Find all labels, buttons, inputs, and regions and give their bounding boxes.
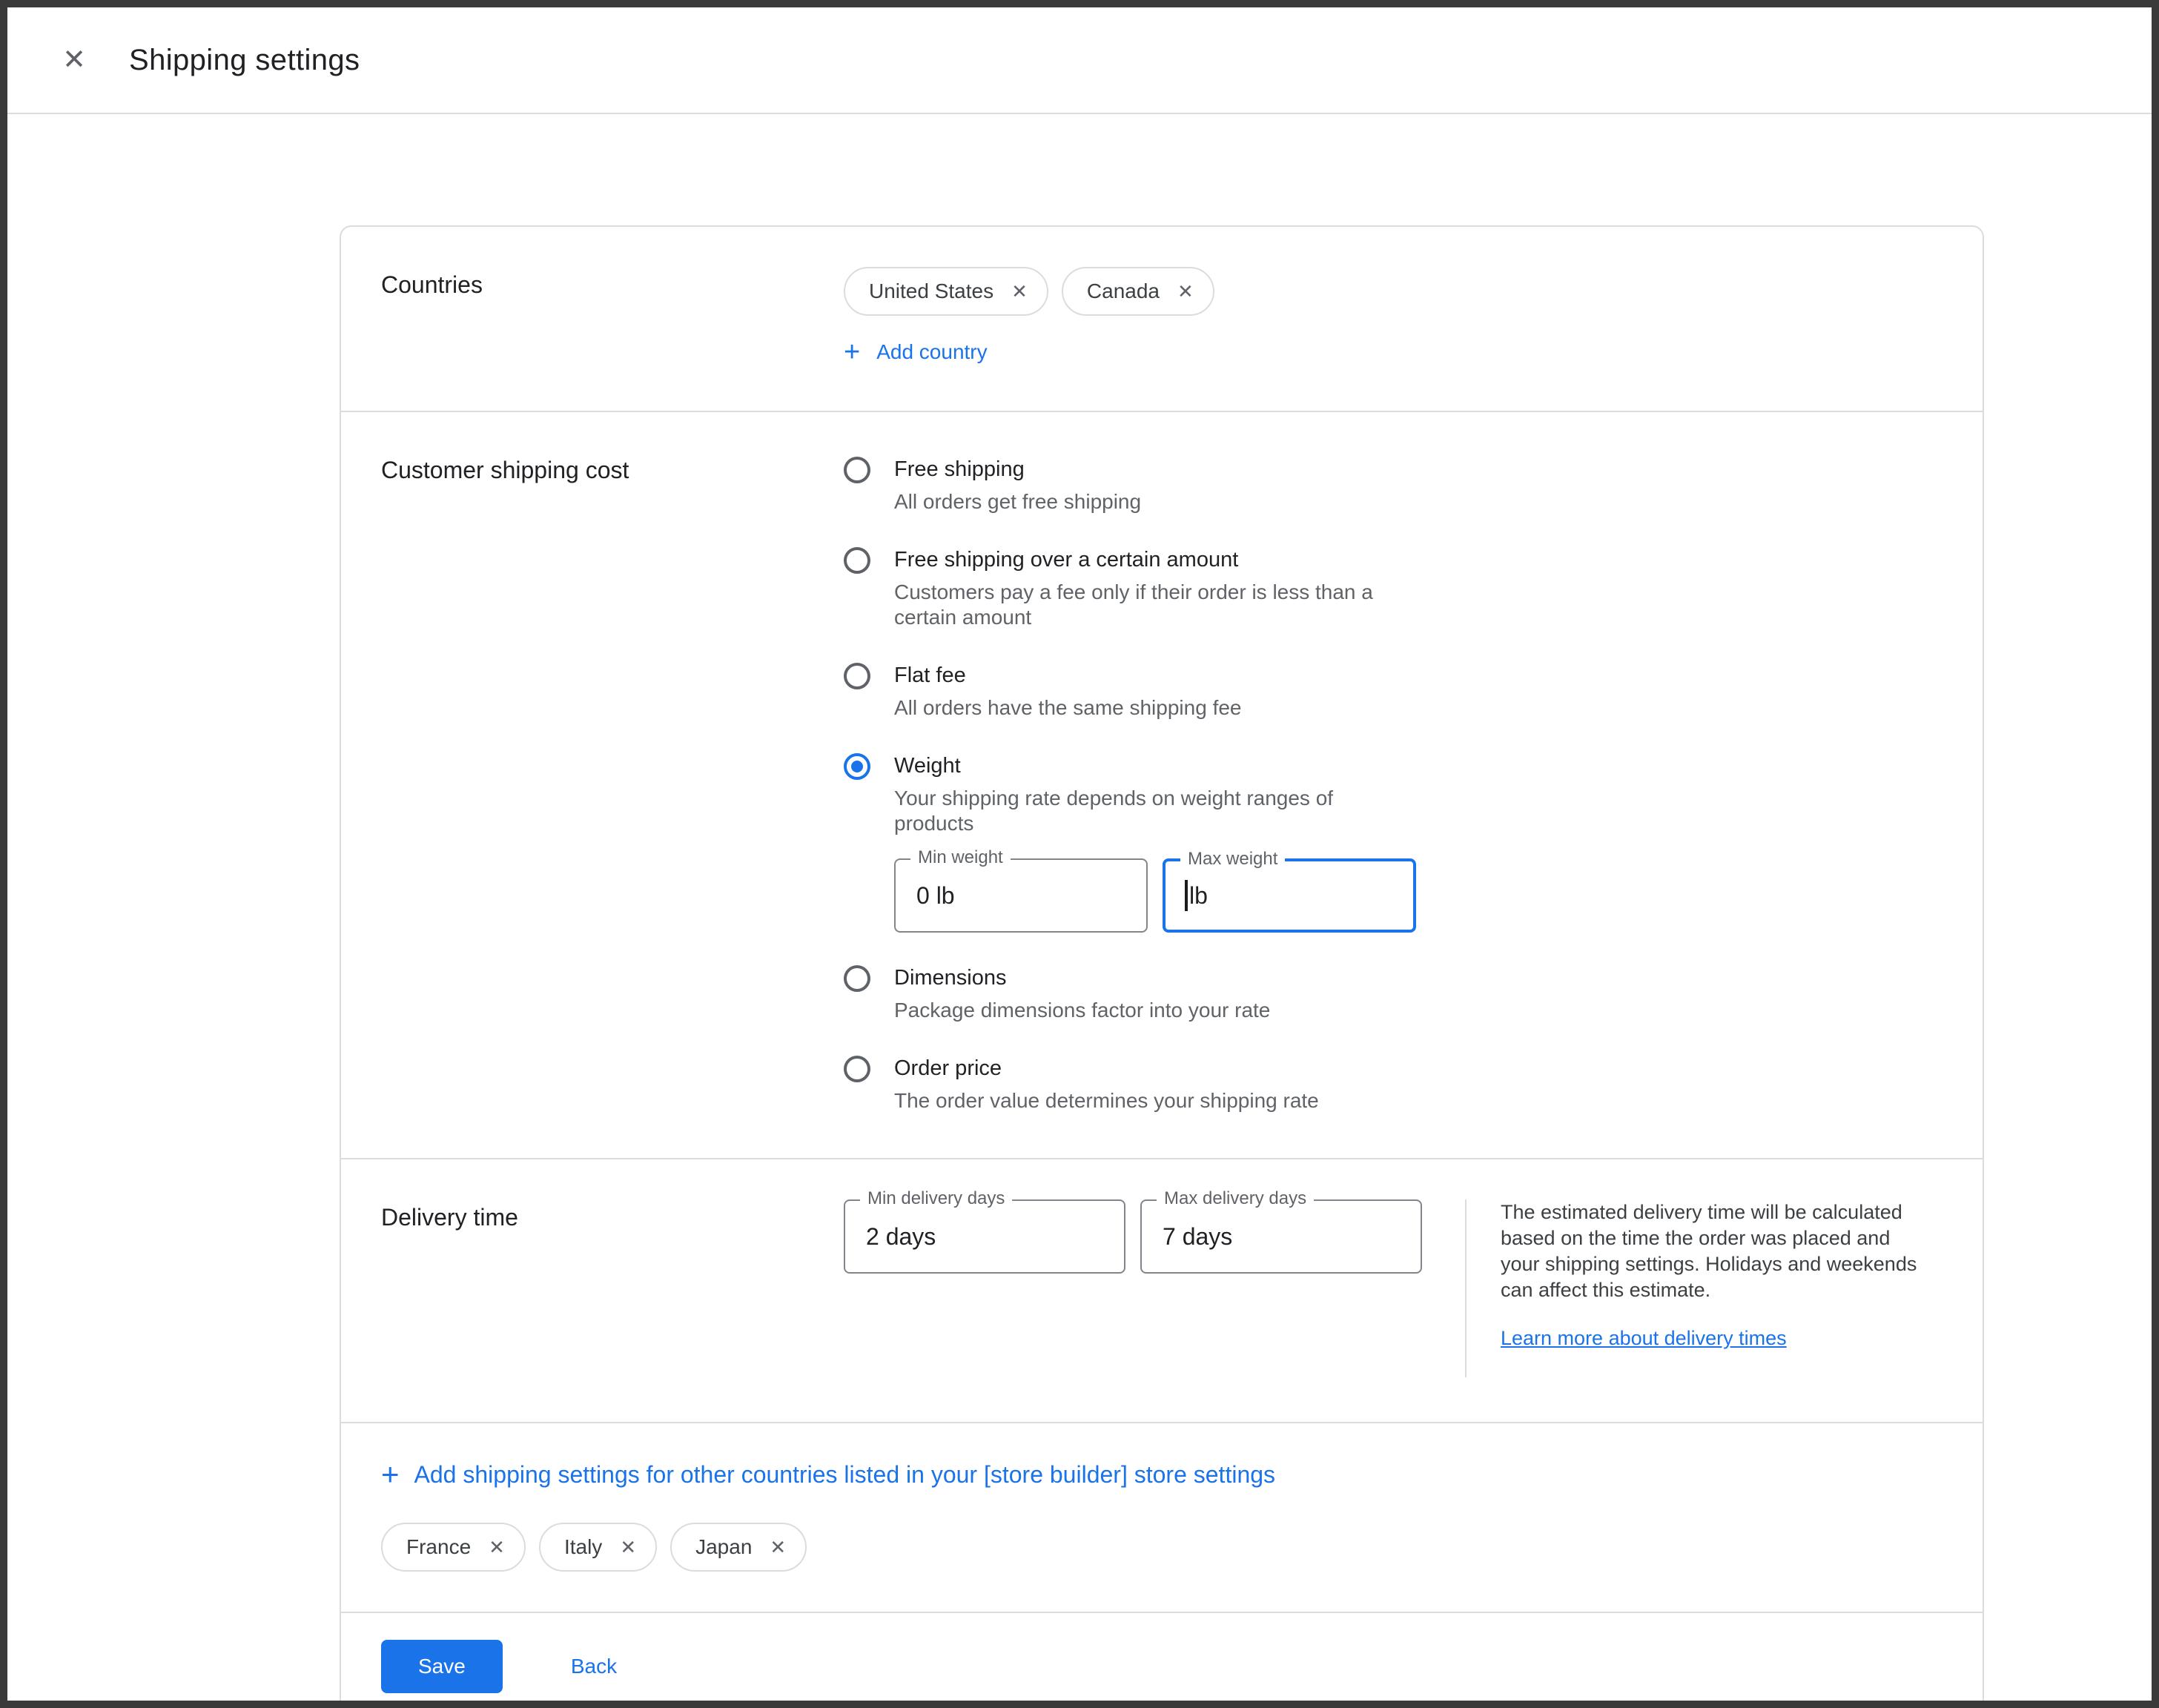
countries-content: United States ✕ Canada ✕ + Add country xyxy=(844,267,1214,366)
vertical-divider xyxy=(1465,1199,1467,1377)
option-text: Free shipping All orders get free shippi… xyxy=(894,455,1141,514)
country-chip-france[interactable]: France ✕ xyxy=(381,1523,526,1572)
option-text: Flat fee All orders have the same shippi… xyxy=(894,661,1242,721)
countries-section: Countries United States ✕ Canada ✕ + Add… xyxy=(341,227,1983,411)
option-description: All orders get free shipping xyxy=(894,489,1141,514)
delivery-content: Min delivery days 2 days Max delivery da… xyxy=(844,1199,1931,1377)
plus-icon: + xyxy=(381,1459,400,1490)
option-description: The order value determines your shipping… xyxy=(894,1088,1319,1113)
settings-card: Countries United States ✕ Canada ✕ + Add… xyxy=(340,225,1984,1708)
radio-button[interactable] xyxy=(844,457,870,483)
min-weight-value: 0 lb xyxy=(916,882,955,910)
countries-label: Countries xyxy=(381,267,844,366)
shipping-cost-label: Customer shipping cost xyxy=(381,452,844,1113)
delivery-info-text: The estimated delivery time will be calc… xyxy=(1501,1199,1931,1303)
remove-country-icon[interactable]: ✕ xyxy=(1011,282,1028,301)
plus-icon: + xyxy=(844,338,860,366)
radio-button[interactable] xyxy=(844,547,870,574)
min-weight-field[interactable]: Min weight 0 lb xyxy=(894,858,1148,933)
radio-button[interactable] xyxy=(844,1056,870,1082)
country-chip-italy[interactable]: Italy ✕ xyxy=(539,1523,657,1572)
chip-label: Japan xyxy=(695,1535,752,1559)
remove-country-icon[interactable]: ✕ xyxy=(1177,282,1194,301)
option-text: Dimensions Package dimensions factor int… xyxy=(894,964,1270,1023)
remove-country-icon[interactable]: ✕ xyxy=(620,1537,636,1557)
add-country-button[interactable]: + Add country xyxy=(844,338,988,366)
delivery-info-column: The estimated delivery time will be calc… xyxy=(1501,1199,1931,1377)
option-text: Weight Your shipping rate depends on wei… xyxy=(894,752,1416,933)
option-title: Weight xyxy=(894,752,1416,780)
country-chip-united-states[interactable]: United States ✕ xyxy=(844,267,1048,316)
option-title: Free shipping over a certain amount xyxy=(894,546,1416,574)
remove-country-icon[interactable]: ✕ xyxy=(770,1537,786,1557)
country-chip-canada[interactable]: Canada ✕ xyxy=(1062,267,1214,316)
top-bar: ✕ Shipping settings xyxy=(7,7,2152,114)
footer-actions: Save Back xyxy=(341,1612,1983,1708)
delivery-time-label: Delivery time xyxy=(381,1199,844,1377)
option-title: Flat fee xyxy=(894,661,1242,689)
shipping-settings-window: ✕ Shipping settings Countries United Sta… xyxy=(0,0,2159,1708)
option-title: Order price xyxy=(894,1054,1319,1082)
back-button[interactable]: Back xyxy=(562,1653,626,1680)
add-shipping-settings-button[interactable]: + Add shipping settings for other countr… xyxy=(381,1459,1275,1490)
close-icon[interactable]: ✕ xyxy=(56,46,92,74)
remove-country-icon[interactable]: ✕ xyxy=(489,1537,505,1557)
other-countries-section: + Add shipping settings for other countr… xyxy=(341,1422,1983,1612)
max-delivery-days-field[interactable]: Max delivery days 7 days xyxy=(1140,1199,1422,1274)
min-delivery-days-value: 2 days xyxy=(866,1223,936,1251)
option-description: Customers pay a fee only if their order … xyxy=(894,580,1416,630)
chip-label: United States xyxy=(869,279,993,303)
radio-button[interactable] xyxy=(844,663,870,689)
other-country-chips: France ✕ Italy ✕ Japan ✕ xyxy=(381,1523,1943,1572)
option-text: Free shipping over a certain amount Cust… xyxy=(894,546,1416,630)
text-caret xyxy=(1185,880,1188,911)
option-description: Your shipping rate depends on weight ran… xyxy=(894,786,1416,836)
weight-fields: Min weight 0 lb Max weight lb xyxy=(894,858,1416,933)
delivery-time-section: Delivery time Min delivery days 2 days M… xyxy=(341,1158,1983,1422)
add-country-label: Add country xyxy=(876,340,987,364)
shipping-cost-section: Customer shipping cost Free shipping All… xyxy=(341,411,1983,1158)
radio-option-free-shipping[interactable]: Free shipping All orders get free shippi… xyxy=(844,455,1416,514)
max-weight-field-label: Max weight xyxy=(1180,850,1285,869)
radio-button[interactable] xyxy=(844,753,870,780)
max-weight-value: lb xyxy=(1189,882,1208,910)
option-description: Package dimensions factor into your rate xyxy=(894,998,1270,1023)
max-weight-field[interactable]: Max weight lb xyxy=(1163,858,1416,933)
max-delivery-days-value: 7 days xyxy=(1163,1223,1232,1251)
min-delivery-days-field[interactable]: Min delivery days 2 days xyxy=(844,1199,1125,1274)
radio-option-free-over-amount[interactable]: Free shipping over a certain amount Cust… xyxy=(844,546,1416,630)
option-title: Free shipping xyxy=(894,455,1141,483)
radio-option-order-price[interactable]: Order price The order value determines y… xyxy=(844,1054,1416,1113)
max-delivery-days-label: Max delivery days xyxy=(1157,1189,1314,1208)
radio-button[interactable] xyxy=(844,965,870,992)
radio-option-dimensions[interactable]: Dimensions Package dimensions factor int… xyxy=(844,964,1416,1023)
option-title: Dimensions xyxy=(894,964,1270,992)
chip-label: Canada xyxy=(1087,279,1160,303)
radio-option-flat-fee[interactable]: Flat fee All orders have the same shippi… xyxy=(844,661,1416,721)
shipping-cost-options: Free shipping All orders get free shippi… xyxy=(844,452,1416,1113)
option-text: Order price The order value determines y… xyxy=(894,1054,1319,1113)
radio-option-weight[interactable]: Weight Your shipping rate depends on wei… xyxy=(844,752,1416,933)
min-delivery-days-label: Min delivery days xyxy=(860,1189,1012,1208)
chip-label: Italy xyxy=(564,1535,602,1559)
add-shipping-settings-label: Add shipping settings for other countrie… xyxy=(414,1461,1276,1489)
delivery-times-link[interactable]: Learn more about delivery times xyxy=(1501,1327,1787,1350)
country-chip-japan[interactable]: Japan ✕ xyxy=(670,1523,807,1572)
min-weight-field-label: Min weight xyxy=(910,848,1011,867)
chip-label: France xyxy=(406,1535,471,1559)
country-chips: United States ✕ Canada ✕ xyxy=(844,267,1214,316)
save-button[interactable]: Save xyxy=(381,1640,503,1693)
option-description: All orders have the same shipping fee xyxy=(894,695,1242,721)
page-title: Shipping settings xyxy=(129,44,360,77)
